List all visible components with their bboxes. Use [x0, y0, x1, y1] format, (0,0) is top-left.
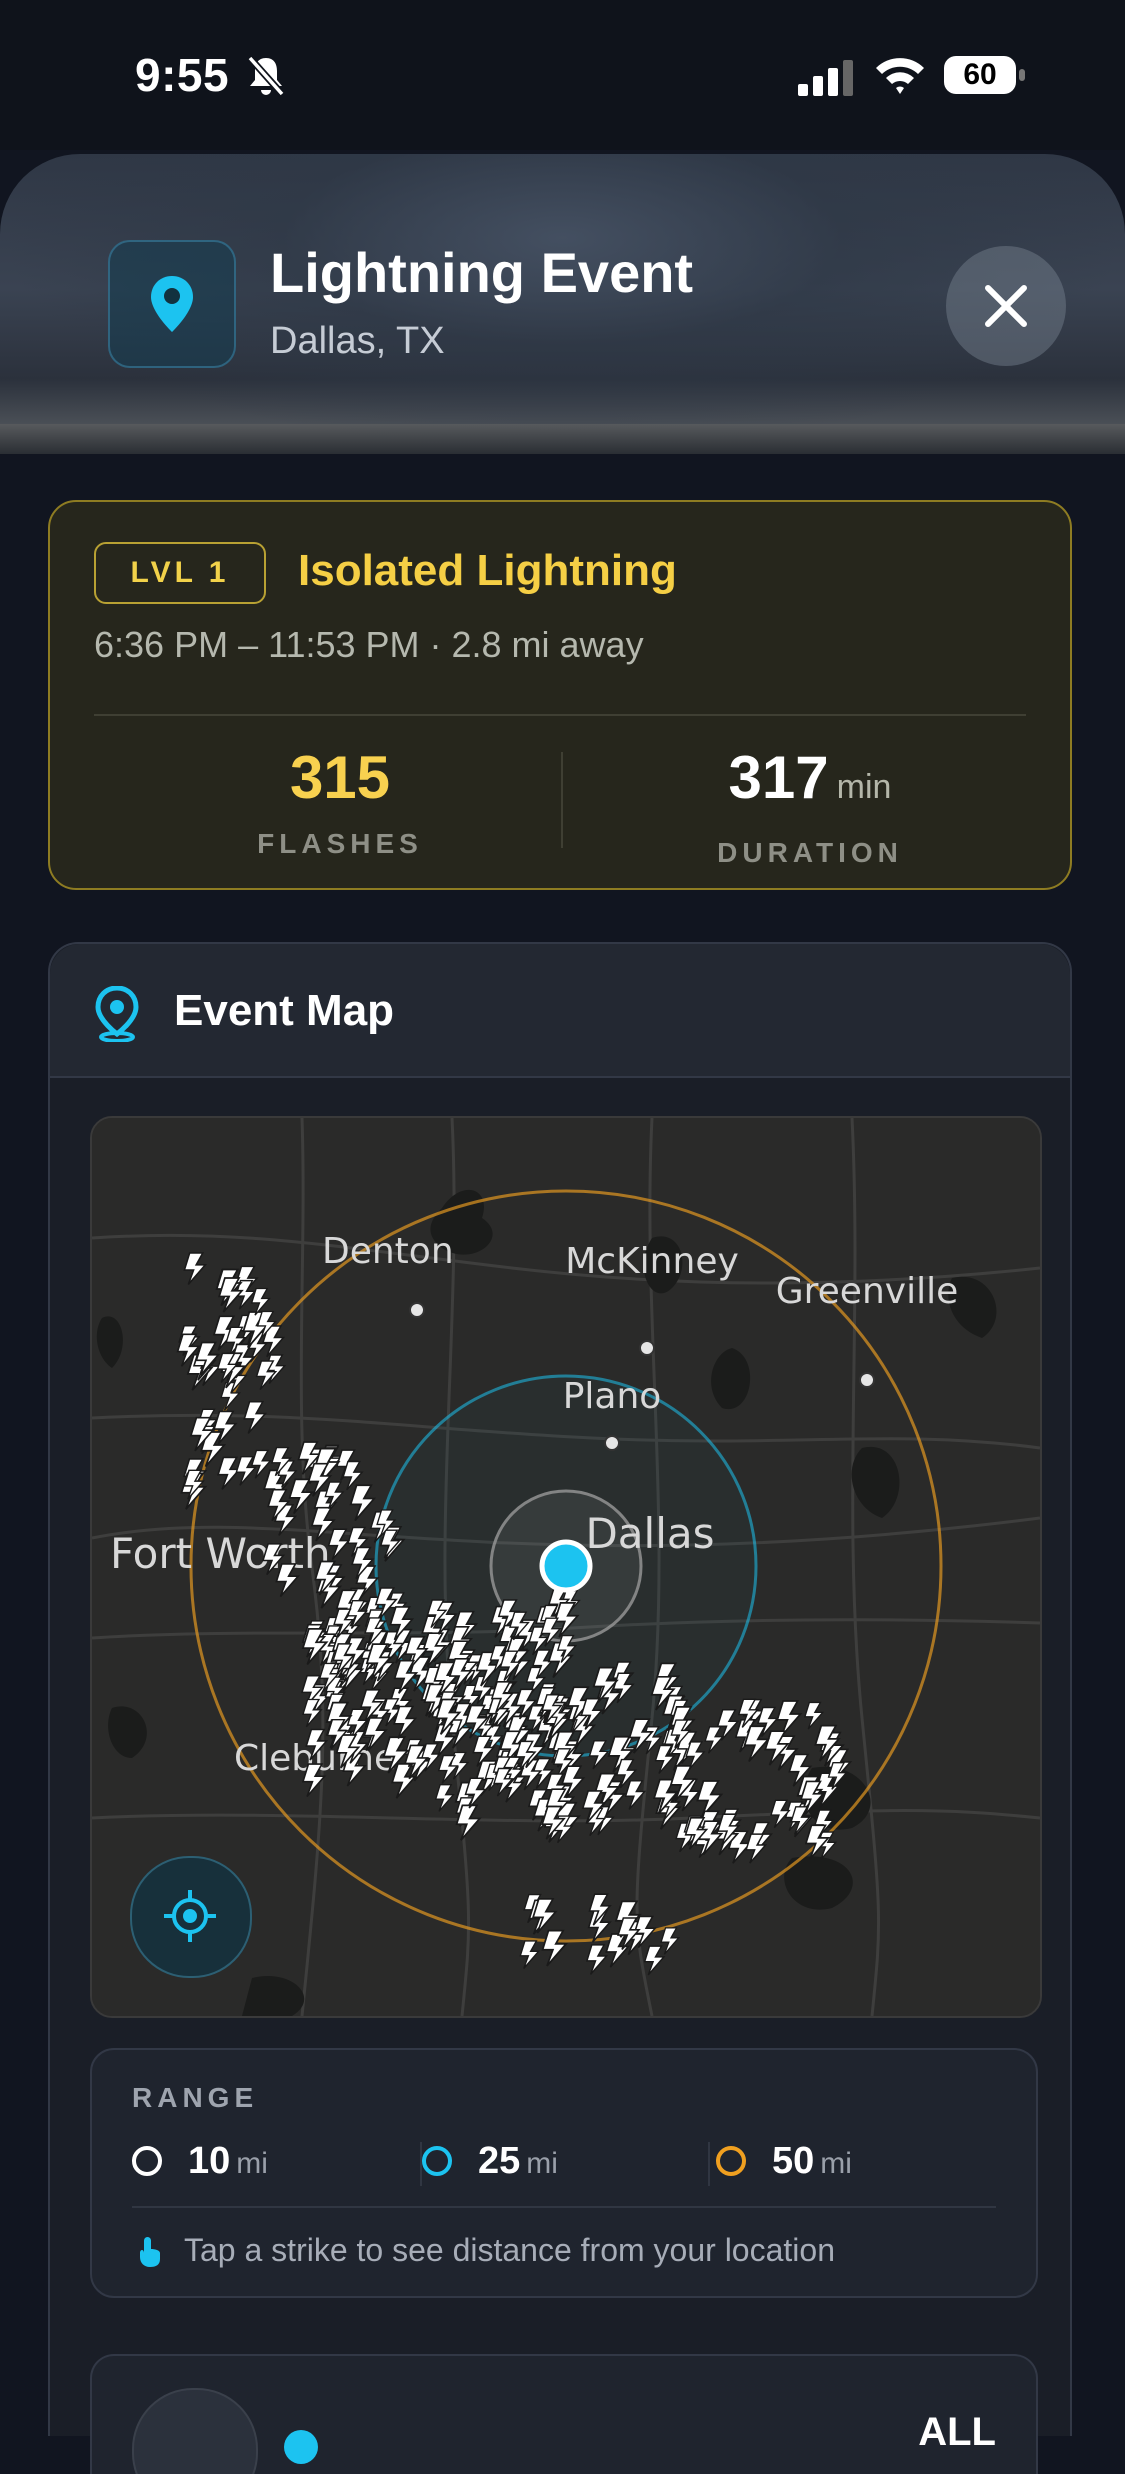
city-label-denton: Denton: [322, 1231, 454, 1272]
crosshair-icon: [164, 1890, 216, 1942]
city-label-plano: Plano: [563, 1376, 662, 1417]
range-25mi[interactable]: 25 mi: [422, 2138, 622, 2188]
range-value: 25: [478, 2140, 521, 2182]
divider: [94, 714, 1026, 716]
close-button[interactable]: [946, 246, 1066, 366]
cellular-signal-icon: [798, 60, 854, 96]
range-10mi[interactable]: 10 mi: [132, 2138, 332, 2188]
status-dot: [284, 2430, 318, 2464]
sheet-header: Lightning Event Dallas, TX: [0, 154, 1125, 454]
duration-unit: min: [836, 768, 892, 806]
map-card-title: Event Map: [174, 986, 395, 1035]
next-section-card: ALL: [90, 2354, 1038, 2474]
ring-icon: [716, 2146, 746, 2176]
duration-stat: 317 min DURATION: [590, 742, 1030, 869]
recenter-button[interactable]: [130, 1856, 252, 1978]
city-label-fort-worth: Fort Worth: [110, 1529, 331, 1578]
divider: [132, 2206, 996, 2208]
map-card-header: Event Map: [50, 944, 1070, 1078]
hint-text: Tap a strike to see distance from your l…: [184, 2232, 835, 2268]
battery-indicator: 60: [944, 56, 1026, 96]
ring-icon: [132, 2146, 162, 2176]
avatar: [132, 2388, 258, 2474]
range-separator: [708, 2142, 710, 2186]
range-value: 10: [188, 2140, 231, 2182]
range-unit: mi: [820, 2147, 852, 2180]
ring-icon: [422, 2146, 452, 2176]
duration-label: DURATION: [717, 837, 903, 868]
event-map-card: Event Map Denton McKinney Greenville Pla…: [48, 942, 1072, 2474]
stat-divider: [561, 752, 563, 848]
battery-level: 60: [963, 58, 997, 91]
status-time: 9:55: [135, 49, 230, 101]
location-pin-icon: [108, 240, 236, 368]
bell-muted-icon: [246, 54, 286, 98]
level-badge: LVL 1: [94, 542, 266, 604]
close-icon: [985, 285, 1027, 327]
city-dot: [604, 1435, 620, 1451]
duration-value: 317: [728, 744, 829, 811]
flashes-label: FLASHES: [257, 828, 423, 859]
range-legend: RANGE 10 mi 25 mi 50 mi Tap a strike to see…: [90, 2048, 1038, 2298]
city-label-mckinney: McKinney: [565, 1241, 739, 1282]
range-unit: mi: [236, 2147, 268, 2180]
range-unit: mi: [526, 2147, 558, 2180]
all-button[interactable]: ALL: [918, 2410, 996, 2455]
map-pin-icon: [94, 985, 140, 1047]
flashes-stat: 315 FLASHES: [120, 742, 560, 860]
range-50mi[interactable]: 50 mi: [716, 2138, 916, 2188]
city-label-dallas: Dallas: [585, 1509, 714, 1558]
event-summary-card: LVL 1 Isolated Lightning 6:36 PM – 11:53…: [48, 500, 1072, 890]
event-type: Isolated Lightning: [298, 546, 677, 595]
lightning-map[interactable]: Denton McKinney Greenville Plano Dallas Fort …: [90, 1116, 1042, 2018]
wifi-icon: [874, 54, 926, 96]
city-dot: [409, 1302, 425, 1318]
city-dot: [859, 1372, 875, 1388]
range-title: RANGE: [132, 2082, 259, 2113]
tap-hand-icon: [136, 2235, 164, 2274]
city-dot: [639, 1340, 655, 1356]
range-value: 50: [772, 2140, 815, 2182]
status-bar: 9:55 60: [0, 0, 1125, 150]
page-title: Lightning Event: [270, 241, 694, 304]
flashes-value: 315: [289, 744, 391, 811]
event-time-range: 6:36 PM – 11:53 PM · 2.8 mi away: [94, 624, 644, 665]
location-subtitle: Dallas, TX: [270, 320, 445, 362]
user-location-marker: [539, 1539, 593, 1593]
city-label-greenville: Greenville: [776, 1271, 958, 1312]
